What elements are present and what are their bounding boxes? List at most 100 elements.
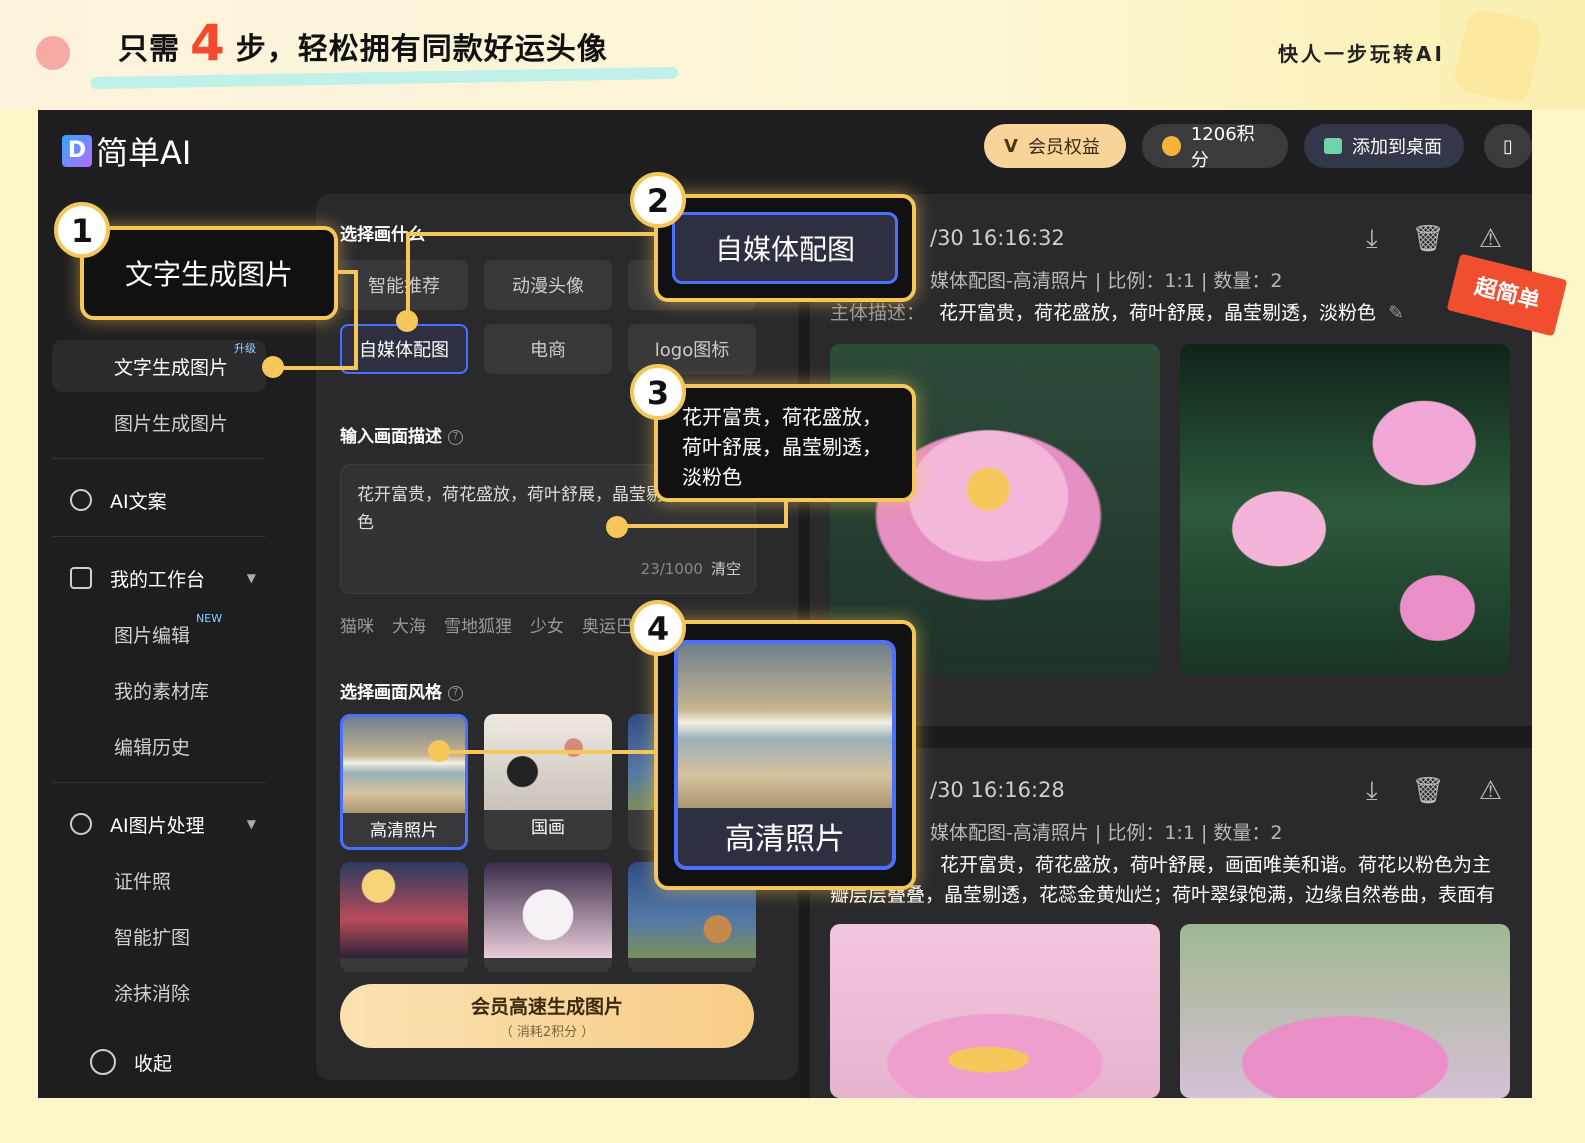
upgrade-badge: 升级 [234,342,257,355]
points-button[interactable]: 1206积分 [1142,124,1288,171]
connector-line [440,750,656,754]
connector-line [406,232,656,236]
sidebar-item-history[interactable]: 编辑历史 [52,724,266,768]
chart-icon [70,567,92,589]
sidebar-item-ai-image[interactable]: AI图片处理 ▼ [52,802,266,846]
sidebar-divider [52,458,266,459]
style-thumbnail [343,717,465,813]
trash-icon[interactable]: 🗑 [1412,776,1445,807]
ai-icon [70,489,92,511]
step4-badge: 4 [630,600,686,656]
suggestion-chips: 猫咪 大海 雪地狐狸 少女 奥运巴黎 [340,612,650,637]
help-icon[interactable]: ? [448,429,463,445]
sidebar-item-ai-copy[interactable]: AI文案 [52,478,266,522]
callout-step3: 花开富贵，荷花盛放，荷叶舒展，晶莹剔透，淡粉色 [654,384,916,502]
callout-step2: 自媒体配图 [654,194,916,302]
connector-line [272,366,358,370]
banner-slogan: 快人一步玩转AI [1278,42,1445,66]
palette-icon [70,813,92,835]
step1-badge: 1 [54,202,110,258]
chip[interactable]: 猫咪 [340,612,374,637]
warning-icon[interactable]: ⚠ [1479,224,1502,255]
result-image[interactable] [1180,924,1510,1098]
chip[interactable]: 雪地狐狸 [444,612,512,637]
chip[interactable]: 大海 [392,612,426,637]
sidebar-item-assets[interactable]: 我的素材库 [52,668,266,712]
app-logo[interactable]: D 简单AI [62,128,191,174]
vip-benefits-button[interactable]: V 会员权益 [984,124,1126,168]
connector-line [618,524,786,528]
result-card: /30 16:16:32 ⤓ 🗑 ⚠ 媒体配图-高清照片 | 比例：1:1 | … [810,194,1532,726]
logo-icon: D [62,135,92,167]
sidebar-item-erase[interactable]: 涂抹消除 [52,970,266,1014]
banner-dot [36,36,70,70]
sidebar-item-image-to-image[interactable]: 图片生成图片 [52,400,266,444]
generate-button[interactable]: 会员高速生成图片 （ 消耗2积分 ） [340,984,754,1048]
result-desc: 主体描述： 花开富贵，荷花盛放，荷叶舒展，晶莹剔透，淡粉色 ✎ [830,302,1404,324]
connector-dot [262,356,284,378]
connector-line [784,500,788,528]
add-to-desktop-button[interactable]: 添加到桌面 [1304,124,1464,168]
step2-badge: 2 [630,172,686,228]
result-meta: 媒体配图-高清照片 | 比例：1:1 | 数量：2 [930,270,1283,292]
new-badge: NEW [196,612,223,625]
result-date: /30 16:16:32 [930,226,1065,250]
sidebar: 文字生成图片 升级 图片生成图片 AI文案 我的工作台 ▼ 图片编辑 NEW 我… [52,200,266,1098]
sidebar-item-workbench[interactable]: 我的工作台 ▼ [52,556,266,600]
sidebar-divider [52,536,266,537]
connector-dot [428,740,450,762]
style-cute[interactable] [484,862,612,972]
promo-banner: 只需 4 步，轻松拥有同款好运头像 快人一步玩转AI [0,0,1585,110]
char-counter: 23/1000 清空 [640,560,741,578]
result-desc: 花开富贵，荷花盛放，荷叶舒展，画面唯美和谐。荷花以粉色为主 [940,854,1492,876]
coin-icon [1162,136,1181,156]
sidebar-item-image-edit[interactable]: 图片编辑 NEW [52,612,266,656]
result-card: /30 16:16:28 ⤓ 🗑 ⚠ 媒体配图-高清照片 | 比例：1:1 | … [810,748,1532,1098]
style-label: 选择画面风格? [340,678,463,703]
banner-step-count: 4 [190,14,226,72]
edit-icon[interactable]: ✎ [1388,302,1404,324]
connector-line [406,232,410,322]
style-fantasy[interactable] [340,862,468,972]
mobile-button[interactable]: ▯ [1484,124,1532,168]
result-image[interactable] [1180,344,1510,674]
result-actions: ⤓ 🗑 ⚠ [1366,776,1502,807]
sidebar-divider [52,782,266,783]
style-ink-painting[interactable]: 国画 [484,714,612,850]
category-smart[interactable]: 智能推荐 [340,260,468,310]
help-icon[interactable]: ? [448,685,463,701]
sidebar-collapse-button[interactable]: 收起 [52,1040,266,1084]
callout-step1: 文字生成图片 [80,226,338,320]
result-actions: ⤓ 🗑 ⚠ [1366,224,1502,255]
download-icon[interactable]: ⤓ [1366,224,1378,255]
sidebar-item-expand[interactable]: 智能扩图 [52,914,266,958]
style-thumbnail [484,862,612,958]
style-thumbnail [678,644,892,808]
style-thumbnail [340,862,468,958]
banner-title: 只需 4 步，轻松拥有同款好运头像 [118,14,608,72]
connector-line [354,270,358,368]
warning-icon[interactable]: ⚠ [1479,776,1502,807]
desktop-icon [1324,138,1342,154]
connector-dot [396,310,418,332]
chip[interactable]: 少女 [530,612,564,637]
banner-underline [89,66,679,90]
sidebar-item-text-to-image[interactable]: 文字生成图片 升级 [52,340,266,392]
banner-3d-logo [1452,7,1544,105]
result-desc-line2: 瓣层层叠叠，晶莹剔透，花蕊金黄灿烂；荷叶翠绿饱满，边缘自然卷曲，表面有 [830,884,1496,906]
chevron-down-icon: ▼ [246,571,256,585]
trash-icon[interactable]: 🗑 [1412,224,1445,255]
chevron-down-icon: ▼ [246,817,256,831]
style-hd-photo[interactable]: 高清照片 [340,714,468,850]
sidebar-item-id-photo[interactable]: 证件照 [52,858,266,902]
callout-step4: 高清照片 [654,620,916,890]
result-date: /30 16:16:28 [930,778,1065,802]
clear-button[interactable]: 清空 [711,560,741,578]
download-icon[interactable]: ⤓ [1366,776,1378,807]
phone-icon: ▯ [1503,135,1513,157]
category-ecommerce[interactable]: 电商 [484,324,612,374]
connector-dot [606,516,628,538]
step3-badge: 3 [630,364,686,420]
result-image[interactable] [830,924,1160,1098]
category-anime[interactable]: 动漫头像 [484,260,612,310]
